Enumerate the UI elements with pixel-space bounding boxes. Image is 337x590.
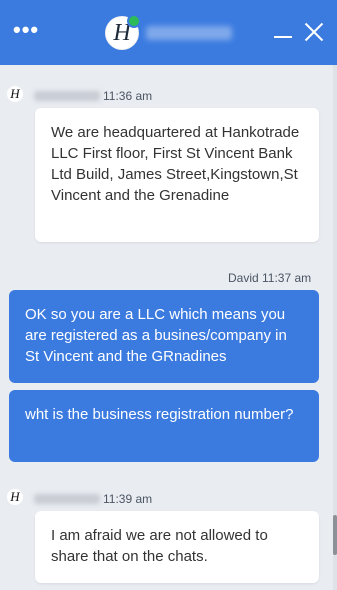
agent-name-redacted bbox=[146, 26, 232, 40]
agent-message-avatar: H bbox=[7, 86, 23, 102]
agent-avatar: H bbox=[105, 14, 141, 50]
user-message-meta: David 11:37 am bbox=[228, 271, 312, 285]
agent-message-avatar: H bbox=[7, 489, 23, 505]
scrollbar-track[interactable] bbox=[333, 65, 337, 590]
user-message-bubble: wht is the business registration number? bbox=[9, 390, 319, 462]
message-time: 11:36 am bbox=[103, 89, 153, 103]
more-dots-icon[interactable]: ••• bbox=[13, 19, 39, 41]
close-icon[interactable] bbox=[304, 22, 324, 42]
online-status-dot bbox=[127, 14, 141, 28]
agent-message-bubble: I am afraid we are not allowed to share … bbox=[35, 511, 319, 583]
minimize-icon[interactable] bbox=[274, 36, 292, 38]
chat-header: ••• H bbox=[0, 0, 337, 65]
agent-name-redacted bbox=[34, 91, 100, 101]
scrollbar-thumb[interactable] bbox=[333, 515, 337, 555]
message-time: 11:39 am bbox=[103, 492, 153, 506]
agent-message-bubble: We are headquartered at Hankotrade LLC F… bbox=[35, 108, 319, 242]
user-message-bubble: OK so you are a LLC which means you are … bbox=[9, 290, 319, 383]
agent-name-redacted bbox=[34, 494, 100, 504]
